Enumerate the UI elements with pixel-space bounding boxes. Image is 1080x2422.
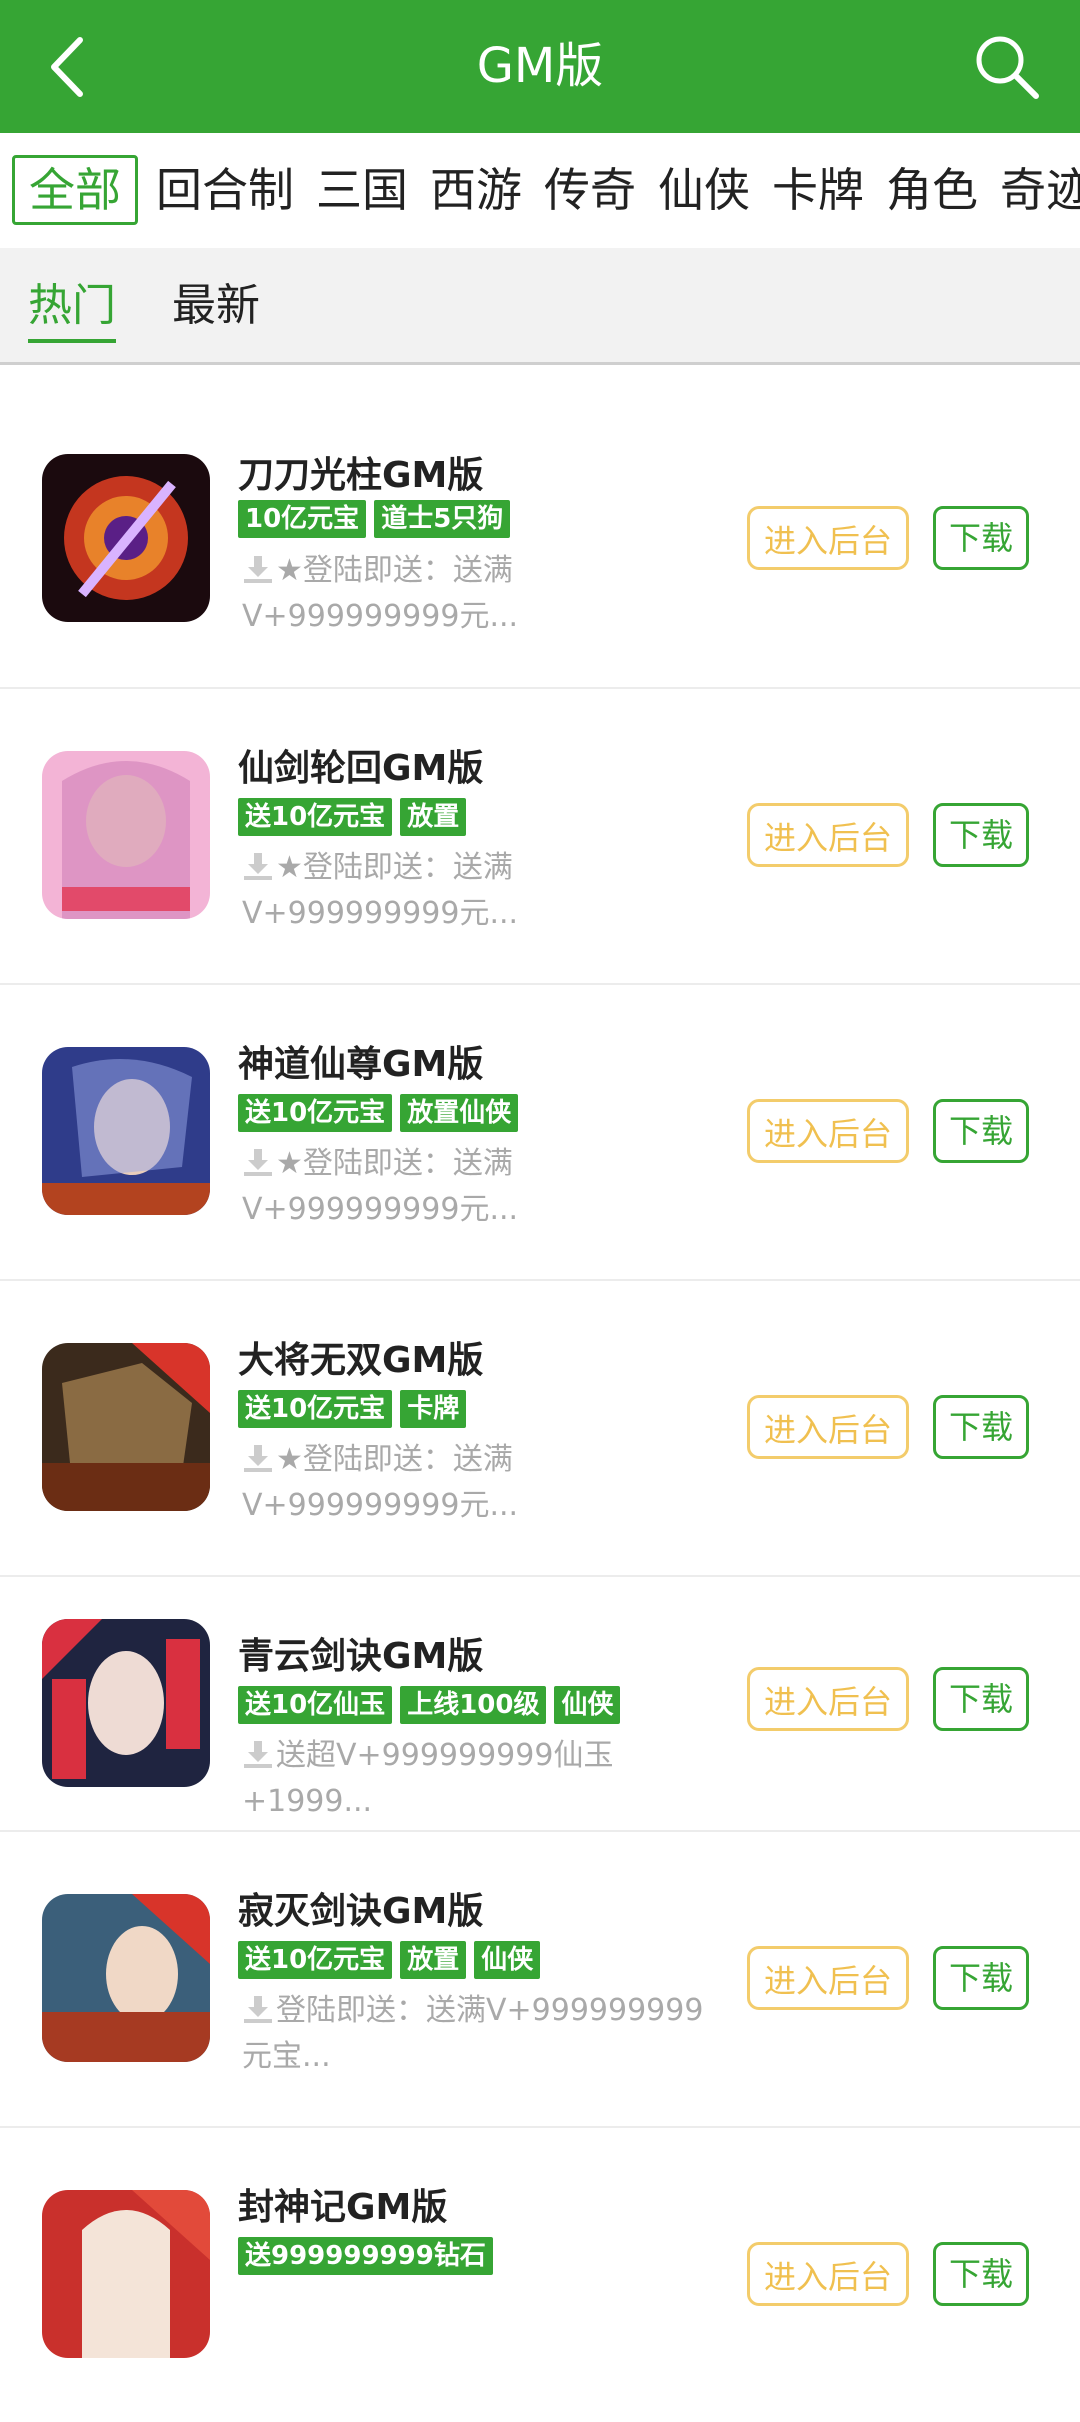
- sort-tab-new[interactable]: 最新: [172, 276, 260, 336]
- game-name: 青云剑诀GM版: [238, 1636, 484, 1677]
- download-button[interactable]: 下载: [933, 2242, 1029, 2306]
- app-header: GM版: [0, 0, 1080, 133]
- category-bar: 全部 回合制 三国 西游 传奇 仙侠 卡牌 角色 奇迹: [0, 133, 1080, 248]
- download-small-icon: [244, 556, 272, 583]
- game-description-text: ★登陆即送：送满V+999999999元...: [242, 553, 519, 634]
- game-tag: 放置: [400, 1941, 467, 1979]
- category-tab-journey-west[interactable]: 西游: [430, 155, 522, 225]
- game-icon: [42, 1343, 210, 1511]
- category-tab-all[interactable]: 全部: [12, 155, 138, 225]
- category-tab-rpg[interactable]: 角色: [886, 155, 978, 225]
- download-small-icon: [244, 1445, 272, 1472]
- download-button[interactable]: 下载: [933, 1099, 1029, 1163]
- game-tag: 送10亿元宝: [238, 1094, 393, 1132]
- download-small-icon: [244, 853, 272, 880]
- game-description: 送超V+999999999仙玉+1999...: [242, 1733, 712, 1825]
- game-tag: 卡牌: [400, 1390, 467, 1428]
- game-tag: 仙侠: [554, 1686, 621, 1724]
- game-icon: [42, 751, 210, 919]
- game-description-text: 登陆即送：送满V+999999999元宝...: [242, 1993, 704, 2074]
- enter-admin-button[interactable]: 进入后台: [747, 803, 909, 867]
- category-tab-three-kingdoms[interactable]: 三国: [316, 155, 408, 225]
- game-tags: 送10亿元宝 卡牌: [238, 1390, 474, 1428]
- list-item[interactable]: 仙剑轮回GM版 送10亿元宝 放置 ★登陆即送：送满V+999999999元...…: [0, 687, 1080, 985]
- game-name: 封神记GM版: [238, 2187, 448, 2228]
- download-small-icon: [244, 1741, 272, 1768]
- category-tab-turn-based[interactable]: 回合制: [156, 155, 294, 225]
- game-name: 神道仙尊GM版: [238, 1044, 484, 1085]
- category-tab-miracle[interactable]: 奇迹: [1000, 155, 1080, 225]
- game-name: 大将无双GM版: [238, 1340, 484, 1381]
- list-item[interactable]: 神道仙尊GM版 送10亿元宝 放置仙侠 ★登陆即送：送满V+999999999元.…: [0, 983, 1080, 1281]
- game-tags: 送999999999钻石: [238, 2237, 501, 2275]
- game-description: ★登陆即送：送满V+999999999元...: [242, 1141, 712, 1233]
- sort-bar: 热门 最新: [0, 248, 1080, 365]
- category-tab-xianxia[interactable]: 仙侠: [658, 155, 750, 225]
- game-tags: 送10亿元宝放置仙侠: [238, 1094, 526, 1132]
- game-tag: 道士5只狗: [374, 500, 511, 538]
- game-icon: [42, 454, 210, 622]
- game-name: 仙剑轮回GM版: [238, 748, 484, 789]
- category-tab-card[interactable]: 卡牌: [772, 155, 864, 225]
- game-description: 登陆即送：送满V+999999999元宝...: [242, 1988, 712, 2080]
- game-tag: 10亿元宝: [238, 500, 367, 538]
- download-button[interactable]: 下载: [933, 803, 1029, 867]
- download-button[interactable]: 下载: [933, 1946, 1029, 2010]
- game-tag: 送10亿元宝: [238, 1941, 393, 1979]
- game-icon: [42, 1894, 210, 2062]
- game-tags: 送10亿元宝 放置: [238, 798, 474, 836]
- enter-admin-button[interactable]: 进入后台: [747, 1946, 909, 2010]
- game-description-text: ★登陆即送：送满V+999999999元...: [242, 1146, 519, 1227]
- game-tags: 送10亿元宝放置仙侠: [238, 1941, 548, 1979]
- game-description: ★登陆即送：送满V+999999999元...: [242, 548, 712, 640]
- list-item[interactable]: 封神记GM版 送999999999钻石 进入后台 下载: [0, 2126, 1080, 2422]
- game-description-text: ★登陆即送：送满V+999999999元...: [242, 1442, 519, 1523]
- download-small-icon: [244, 1149, 272, 1176]
- game-description: ★登陆即送：送满V+999999999元...: [242, 1437, 712, 1529]
- game-tags: 送10亿仙玉 上线100级 仙侠: [238, 1686, 628, 1724]
- game-name: 刀刀光柱GM版: [238, 455, 484, 496]
- game-description-text: 送超V+999999999仙玉+1999...: [242, 1738, 614, 1819]
- enter-admin-button[interactable]: 进入后台: [747, 1667, 909, 1731]
- list-item[interactable]: 寂灭剑诀GM版 送10亿元宝 放置 仙侠 登陆即送：送满V+999999999元宝.…: [0, 1830, 1080, 2128]
- enter-admin-button[interactable]: 进入后台: [747, 1099, 909, 1163]
- enter-admin-button[interactable]: 进入后台: [747, 1395, 909, 1459]
- game-icon: [42, 1619, 210, 1787]
- game-description-text: ★登陆即送：送满V+999999999元...: [242, 850, 519, 931]
- download-button[interactable]: 下载: [933, 506, 1029, 570]
- download-button[interactable]: 下载: [933, 1667, 1029, 1731]
- download-small-icon: [244, 1996, 272, 2023]
- game-tag: 送10亿元宝: [238, 1390, 393, 1428]
- list-item[interactable]: 大将无双GM版 送10亿元宝 卡牌 ★登陆即送：送满V+999999999元...…: [0, 1279, 1080, 1577]
- list-item[interactable]: 青云剑诀GM版 送10亿仙玉 上线100级 仙侠 送超V+999999999仙玉+1…: [0, 1575, 1080, 1832]
- game-description: ★登陆即送：送满V+999999999元...: [242, 845, 712, 937]
- game-tag: 仙侠: [474, 1941, 541, 1979]
- enter-admin-button[interactable]: 进入后台: [747, 506, 909, 570]
- game-icon: [42, 2190, 210, 2358]
- page-title: GM版: [476, 38, 604, 94]
- game-icon: [42, 1047, 210, 1215]
- enter-admin-button[interactable]: 进入后台: [747, 2242, 909, 2306]
- download-button[interactable]: 下载: [933, 1395, 1029, 1459]
- game-tag: 送10亿仙玉: [238, 1686, 393, 1724]
- sort-tab-indicator: [28, 339, 116, 343]
- category-tab-legend[interactable]: 传奇: [544, 155, 636, 225]
- game-tags: 10亿元宝 道士5只狗: [238, 500, 518, 538]
- sort-tab-hot[interactable]: 热门: [28, 276, 116, 336]
- game-tag: 放置仙侠: [400, 1094, 519, 1132]
- search-icon[interactable]: [970, 30, 1042, 102]
- game-tag: 送999999999钻石: [238, 2237, 493, 2275]
- game-name: 寂灭剑诀GM版: [238, 1891, 484, 1932]
- game-tag: 放置: [400, 798, 467, 836]
- game-tag: 送10亿元宝: [238, 798, 393, 836]
- game-tag: 上线100级: [400, 1686, 547, 1724]
- list-item[interactable]: 刀刀光柱GM版 10亿元宝 道士5只狗 ★登陆即送：送满V+999999999元.…: [0, 362, 1080, 689]
